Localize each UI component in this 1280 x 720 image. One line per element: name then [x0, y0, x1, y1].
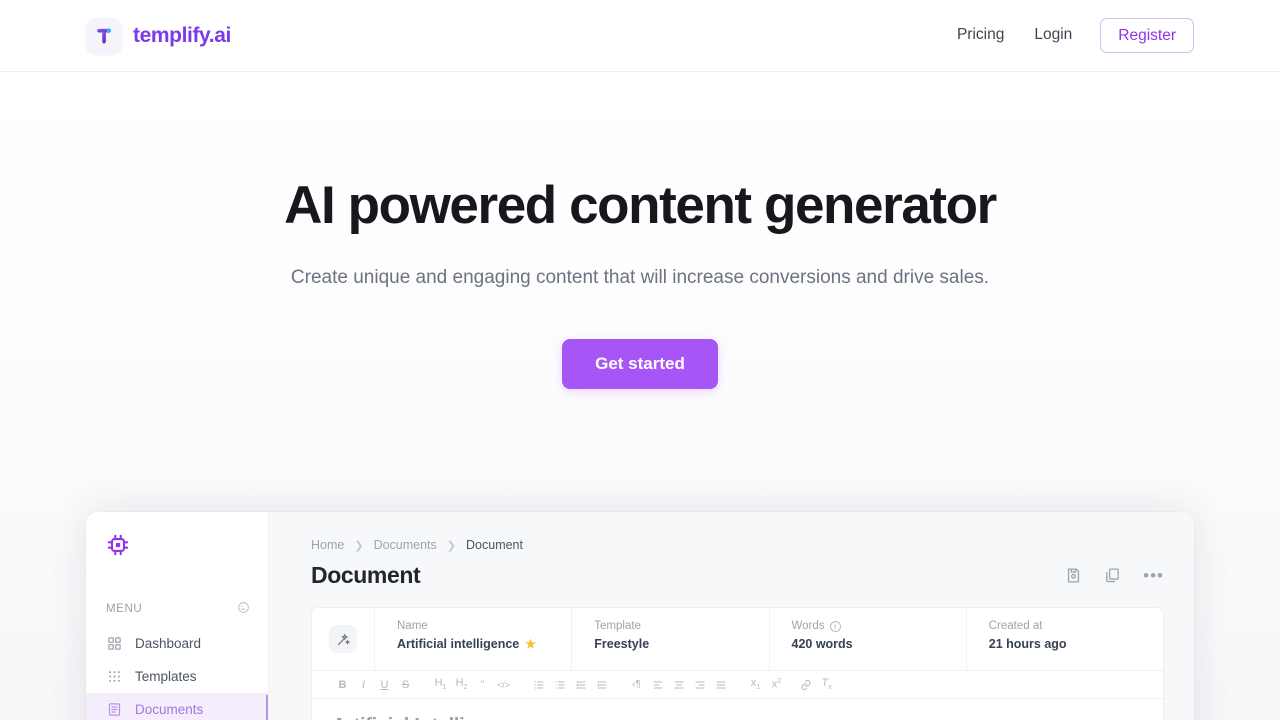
save-document-icon[interactable] [1065, 567, 1082, 584]
dots-grid-icon [107, 669, 122, 684]
align-justify-icon[interactable] [710, 674, 731, 695]
code-block-icon[interactable]: </> [493, 674, 514, 695]
document-meta-row: Name Artificial intelligence ★ Template … [312, 608, 1163, 670]
more-options-icon[interactable]: ••• [1143, 567, 1164, 584]
meta-label: Name [397, 620, 428, 632]
align-right-icon[interactable] [689, 674, 710, 695]
document-actions: ••• [1065, 567, 1164, 584]
align-left-icon[interactable] [647, 674, 668, 695]
info-icon[interactable]: i [829, 620, 841, 632]
meta-field-words: Words i 420 words [768, 608, 966, 670]
app-main-area: Home ❯ Documents ❯ Document Document •••… [269, 512, 1194, 720]
templify-t-logo-icon [86, 17, 122, 54]
document-heading: Artificial Intelligence [332, 715, 1141, 720]
bulleted-list-icon[interactable] [549, 674, 570, 695]
breadcrumb-item-document: Document [466, 538, 523, 552]
meta-label: Words [791, 620, 825, 632]
superscript-icon[interactable]: x2 [766, 674, 787, 695]
document-title-row: Document ••• [311, 562, 1164, 589]
get-started-button[interactable]: Get started [562, 339, 718, 390]
sidebar-menu-label: MENU [106, 603, 143, 615]
heading-2-icon[interactable]: H2 [451, 674, 472, 695]
bold-icon[interactable]: B [332, 674, 353, 695]
meta-icon-cell [312, 608, 374, 670]
register-button[interactable]: Register [1100, 17, 1194, 54]
hero-cta-wrap: Get started [0, 339, 1280, 390]
hero-section: AI powered content generator Create uniq… [0, 72, 1280, 390]
meta-value: 21 hours ago [988, 637, 1067, 651]
breadcrumb-item-home[interactable]: Home [311, 538, 344, 552]
meta-label: Created at [988, 620, 1043, 632]
sidebar-menu-header: MENU [86, 601, 268, 617]
meta-value: Freestyle [594, 637, 650, 651]
sidebar-item-templates[interactable]: Templates [86, 660, 268, 693]
landing-page: AI powered content generator Create uniq… [0, 72, 1280, 720]
meta-field-template: Template Freestyle [571, 608, 768, 670]
sidebar-item-label: Templates [135, 669, 197, 684]
meta-label: Template [594, 620, 641, 632]
duplicate-document-icon[interactable] [1104, 567, 1121, 584]
collapse-circle-icon[interactable] [237, 601, 250, 617]
chevron-right-icon: ❯ [446, 539, 457, 552]
hero-title: AI powered content generator [284, 176, 997, 235]
meta-value: Artificial intelligence [397, 637, 520, 651]
app-sidebar: MENU Dashboard Templates Documents [86, 512, 269, 720]
app-preview-screenshot: MENU Dashboard Templates Documents Home … [86, 512, 1194, 720]
align-center-icon[interactable] [668, 674, 689, 695]
sidebar-item-documents[interactable]: Documents [86, 693, 268, 720]
brand-logo[interactable]: templify.ai [86, 17, 231, 54]
magic-wand-edit-icon[interactable] [329, 625, 357, 653]
editor-toolbar: B I U S H1 H2 ” </> ‹¶ x1 x2 Tx [312, 670, 1163, 699]
outdent-icon[interactable] [570, 674, 591, 695]
nav-link-login[interactable]: Login [1032, 22, 1074, 48]
favorite-star-icon[interactable]: ★ [525, 637, 536, 651]
chevron-right-icon: ❯ [354, 539, 364, 552]
strikethrough-icon[interactable]: S [395, 674, 416, 695]
insert-link-icon[interactable] [795, 674, 816, 695]
grid-squares-icon [107, 636, 122, 651]
italic-icon[interactable]: I [353, 674, 374, 695]
document-editor-card: Name Artificial intelligence ★ Template … [311, 607, 1164, 720]
page-title: Document [311, 562, 421, 588]
cpu-chip-icon[interactable] [86, 526, 268, 563]
meta-field-name: Name Artificial intelligence ★ [374, 608, 571, 670]
site-header: templify.ai Pricing Login Register [0, 0, 1280, 72]
meta-label-wrap: Words i [792, 620, 966, 632]
meta-value: 420 words [791, 637, 853, 651]
breadcrumb-item-documents[interactable]: Documents [374, 538, 437, 552]
hero-subtitle: Create unique and engaging content that … [290, 267, 990, 289]
document-lines-icon [107, 702, 122, 717]
meta-field-created-at: Created at 21 hours ago [965, 608, 1163, 670]
heading-1-icon[interactable]: H1 [430, 674, 451, 695]
underline-icon[interactable]: U [374, 674, 395, 695]
breadcrumb: Home ❯ Documents ❯ Document [311, 538, 1164, 552]
text-direction-icon[interactable]: ‹¶ [626, 674, 647, 695]
clear-formatting-icon[interactable]: Tx [816, 674, 837, 695]
sidebar-item-dashboard[interactable]: Dashboard [86, 627, 268, 660]
subscript-icon[interactable]: x1 [745, 674, 766, 695]
sidebar-item-label: Dashboard [135, 636, 202, 651]
numbered-list-icon[interactable] [528, 674, 549, 695]
main-nav: Pricing Login Register [955, 17, 1194, 54]
nav-link-pricing[interactable]: Pricing [955, 22, 1006, 48]
brand-name: templify.ai [133, 23, 231, 47]
sidebar-item-label: Documents [135, 702, 204, 717]
document-body[interactable]: Artificial Intelligence Artificial Intel… [312, 699, 1163, 720]
meta-value-wrap: Artificial intelligence ★ [397, 637, 571, 651]
indent-icon[interactable] [591, 674, 612, 695]
blockquote-icon[interactable]: ” [472, 674, 493, 695]
